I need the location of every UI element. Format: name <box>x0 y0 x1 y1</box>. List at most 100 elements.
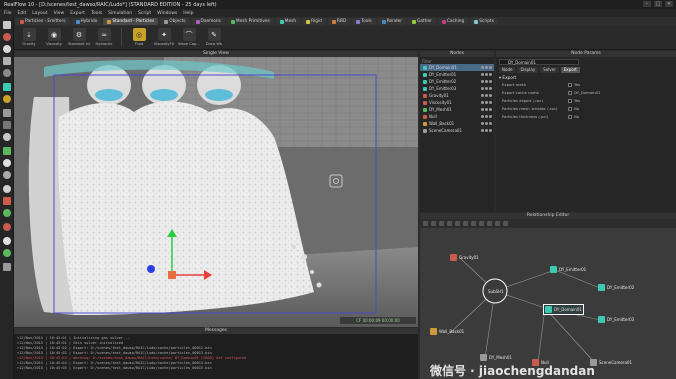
camera-tool-icon[interactable] <box>3 159 11 167</box>
visible-icon[interactable] <box>481 122 484 125</box>
rotate-tool-icon[interactable] <box>3 121 11 129</box>
shelf-tab[interactable]: Standard - Particles <box>103 18 159 25</box>
shelf-tab[interactable]: Objects <box>160 18 190 25</box>
shelf-tool-button[interactable]: ◉ Viscosity <box>43 28 65 46</box>
node-list-item[interactable]: Null <box>420 113 494 120</box>
global-link-icon[interactable] <box>471 221 476 226</box>
select-tool-icon[interactable] <box>3 21 11 29</box>
visible-icon[interactable] <box>481 73 484 76</box>
param-checkbox[interactable] <box>568 114 572 119</box>
move-tool-icon[interactable] <box>3 109 11 117</box>
layout-icon[interactable] <box>447 221 452 226</box>
simulate-icon[interactable] <box>485 122 488 125</box>
node-params-tab[interactable]: Node <box>499 67 516 73</box>
export-icon[interactable] <box>489 115 492 118</box>
shelf-tool-button[interactable]: ✦ ViscosityFX <box>153 28 175 46</box>
node-visibility-toggles[interactable] <box>481 101 494 104</box>
refresh-icon[interactable] <box>487 221 492 226</box>
export-icon[interactable] <box>489 122 492 125</box>
brush-tool-icon[interactable] <box>3 197 11 205</box>
param-value[interactable]: No <box>568 106 579 111</box>
simulate-icon[interactable] <box>485 94 488 97</box>
shelf-tab[interactable]: Mesh <box>275 18 301 25</box>
graph-node[interactable]: SceneCamera01 <box>590 359 632 366</box>
visible-icon[interactable] <box>481 129 484 132</box>
node-visibility-toggles[interactable] <box>481 80 494 83</box>
node-visibility-toggles[interactable] <box>481 73 494 76</box>
node-list-item[interactable]: DY_Domain01 <box>420 64 494 71</box>
shelf-tool-button[interactable]: ⌒ Wave Cap... <box>178 28 200 46</box>
close-button[interactable]: ✕ <box>665 1 673 7</box>
visible-icon[interactable] <box>481 108 484 111</box>
shelf-tool-button[interactable]: ✎ Draw Wk <box>203 28 225 46</box>
shelf-tab[interactable]: Daemons <box>191 18 225 25</box>
graph-node[interactable]: DY_Emitter02 <box>598 284 634 291</box>
export-icon[interactable] <box>489 129 492 132</box>
shelf-tab[interactable]: RBD <box>327 18 351 25</box>
param-checkbox[interactable] <box>568 90 572 95</box>
visible-icon[interactable] <box>481 101 484 104</box>
menu-windows[interactable]: Windows <box>157 11 177 16</box>
shelf-tab[interactable]: Rigid <box>302 18 326 25</box>
frame-icon[interactable] <box>479 221 484 226</box>
simulate-icon[interactable] <box>485 108 488 111</box>
node-visibility-toggles[interactable] <box>481 87 494 90</box>
simulate-icon[interactable] <box>485 129 488 132</box>
export-icon[interactable] <box>489 101 492 104</box>
param-value[interactable]: Yes <box>568 98 580 103</box>
cylinder-tool-icon[interactable] <box>3 69 11 77</box>
shelf-tool-button[interactable]: ◎ Fluid <box>128 28 150 46</box>
zoom-icon[interactable] <box>455 221 460 226</box>
param-checkbox[interactable] <box>568 82 572 87</box>
shelf-tab[interactable]: Gather <box>408 18 436 25</box>
graph-node[interactable]: Gravity01 <box>450 254 479 261</box>
node-params-tab[interactable]: Display <box>517 67 539 73</box>
node-list-item[interactable]: Gravity01 <box>420 92 494 99</box>
simulate-icon[interactable] <box>485 66 488 69</box>
menu-help[interactable]: Help <box>183 11 193 16</box>
export-icon[interactable] <box>489 87 492 90</box>
node-list-item[interactable]: DY_Emitter02 <box>420 78 494 85</box>
shelf-tab[interactable]: Particles - Emitters <box>16 18 70 25</box>
simulate-icon[interactable] <box>485 115 488 118</box>
param-value[interactable]: No <box>568 114 579 119</box>
param-value[interactable]: DY_Domain01 <box>568 90 601 95</box>
node-list-item[interactable]: Wall_Back01 <box>420 120 494 127</box>
shelf-tab[interactable]: Mesh Primitives <box>226 18 274 25</box>
node-list-item[interactable]: DY_Mesh01 <box>420 106 494 113</box>
visible-icon[interactable] <box>481 66 484 69</box>
graph-node[interactable]: DY_Mesh01 <box>480 354 512 361</box>
grid-icon[interactable] <box>495 221 500 226</box>
node-visibility-toggles[interactable] <box>481 108 494 111</box>
viewport-3d[interactable] <box>14 57 418 327</box>
node-list-item[interactable]: DY_Emitter01 <box>420 71 494 78</box>
relationship-graph[interactable]: SubSH1 Gravity01 DY_Emitter01 DY_Emitter02… <box>420 228 676 379</box>
graph-node[interactable]: DY_Emitter01 <box>550 266 586 273</box>
mesh-tool-icon[interactable] <box>3 147 11 155</box>
box-tool-icon[interactable] <box>3 57 11 65</box>
node-list-item[interactable]: DY_Emitter03 <box>420 85 494 92</box>
link-icon[interactable] <box>423 221 428 226</box>
filter-icon[interactable] <box>463 221 468 226</box>
simulate-icon[interactable] <box>485 73 488 76</box>
light-tool-icon[interactable] <box>3 171 11 179</box>
cache-tool-icon[interactable] <box>3 263 11 271</box>
param-checkbox[interactable] <box>568 98 572 103</box>
visible-icon[interactable] <box>481 80 484 83</box>
export-icon[interactable] <box>489 66 492 69</box>
menu-simulation[interactable]: Simulation <box>108 11 132 16</box>
node-visibility-toggles[interactable] <box>481 129 494 132</box>
node-visibility-toggles[interactable] <box>481 115 494 118</box>
menu-export[interactable]: Export <box>70 11 85 16</box>
daemon-tool-icon[interactable] <box>3 95 11 103</box>
menu-view[interactable]: View <box>54 11 65 16</box>
shelf-tab[interactable]: Scripts <box>470 18 498 25</box>
graph-node[interactable]: DY_Domain01 <box>543 304 584 315</box>
visible-icon[interactable] <box>481 87 484 90</box>
shelf-tab[interactable]: Caching <box>437 18 469 25</box>
menu-file[interactable]: File <box>4 11 12 16</box>
visible-icon[interactable] <box>481 115 484 118</box>
export-icon[interactable] <box>489 80 492 83</box>
simulate-icon[interactable] <box>485 87 488 90</box>
node-list-item[interactable]: Viscosity01 <box>420 99 494 106</box>
